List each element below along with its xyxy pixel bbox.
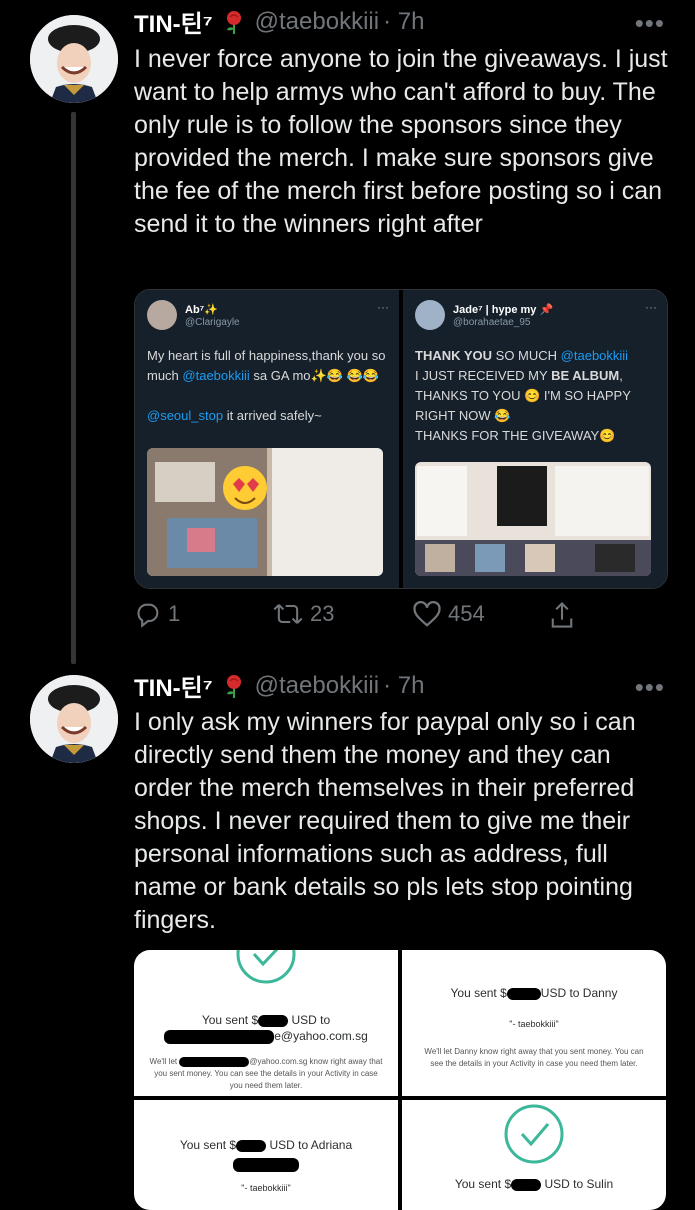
payment-screenshots[interactable]: You sent $ USD to e@yahoo.com.sg We'll l…: [134, 950, 666, 1210]
payment-text: You sent $: [450, 986, 507, 1000]
payment-confirmation-3: You sent $ USD to Adriana "- taebokkiii": [134, 1100, 398, 1210]
timestamp[interactable]: · 7h: [383, 8, 424, 36]
like-icon: [413, 601, 441, 627]
payment-text: USD to: [288, 1013, 331, 1027]
payment-text: You sent $: [454, 1177, 512, 1191]
embedded-tweet-1[interactable]: Ab⁷✨ @Clarigayle ··· My heart is full of…: [135, 290, 399, 588]
payment-note: We'll let Danny know right away that you…: [424, 1047, 644, 1068]
share-button[interactable]: [548, 600, 576, 630]
avatar[interactable]: [30, 15, 118, 103]
mention: @seoul_stop: [147, 408, 224, 423]
like-count: 454: [448, 601, 485, 626]
tweet-actions: 1 23 454: [134, 600, 634, 640]
text: BE ALBUM: [551, 368, 620, 383]
reply-count: 1: [168, 601, 181, 626]
tweet-header: TIN-틴⁷ @taebokkiii · 7h: [134, 4, 424, 39]
mention: @taebokkiii: [560, 348, 629, 363]
text: SO MUCH: [492, 348, 561, 363]
handle[interactable]: @taebokkiii: [255, 8, 379, 36]
like-button[interactable]: 454: [412, 600, 485, 628]
redaction: [506, 987, 541, 1000]
text: THANKS FOR THE GIVEAWAY😊: [415, 428, 616, 443]
redaction: [258, 1014, 289, 1027]
payment-text: You sent $: [179, 1138, 237, 1152]
display-name: Jade⁷ | hype my 📌: [453, 304, 554, 316]
payment-confirmation-1: You sent $ USD to e@yahoo.com.sg We'll l…: [134, 950, 398, 1096]
payment-quote: "- taebokkiii": [241, 1183, 291, 1193]
redaction: [233, 1157, 299, 1172]
retweet-button[interactable]: 23: [272, 600, 334, 628]
tweet-1[interactable]: TIN-틴⁷ @taebokkiii · 7h ••• I never forc…: [0, 0, 695, 664]
payment-text: USD to Danny: [540, 986, 618, 1000]
avatar: [415, 300, 445, 330]
avatar: [147, 300, 177, 330]
display-name: Ab⁷✨: [185, 304, 218, 316]
text: I JUST RECEIVED MY: [415, 368, 552, 383]
reply-button[interactable]: 1: [134, 600, 180, 628]
display-name[interactable]: TIN-틴⁷: [134, 4, 213, 39]
payment-confirmation-4: You sent $ USD to Sulin: [402, 1100, 666, 1210]
payment-text: You sent $: [201, 1013, 259, 1027]
payment-quote: "- taebokkiii": [509, 1019, 559, 1029]
redaction: [179, 1056, 250, 1067]
handle: @borahaetae_95: [453, 317, 531, 328]
tweet-header: TIN-틴⁷ @taebokkiii · 7h: [134, 668, 424, 703]
embedded-media[interactable]: Ab⁷✨ @Clarigayle ··· My heart is full of…: [134, 289, 668, 589]
text: sa GA mo✨😂 😂😂: [249, 368, 379, 383]
redaction: [164, 1029, 275, 1044]
avatar[interactable]: [30, 675, 118, 763]
timestamp[interactable]: · 7h: [383, 672, 424, 700]
more-options-icon: ···: [645, 300, 657, 314]
rose-icon: [221, 673, 247, 699]
payment-text: USD to Sulin: [541, 1177, 614, 1191]
share-icon: [551, 601, 573, 628]
more-options-icon[interactable]: •••: [635, 672, 665, 703]
thread-line: [71, 112, 76, 664]
redaction: [511, 1178, 542, 1191]
handle: @Clarigayle: [185, 317, 240, 328]
tweet-text: I never force anyone to join the giveawa…: [134, 45, 668, 238]
payment-confirmation-2: You sent $ USD to Danny "- taebokkiii" We…: [402, 950, 666, 1096]
album-photo: [415, 462, 651, 576]
tweet-text: I only ask my winners for paypal only so…: [134, 708, 636, 934]
more-options-icon: ···: [377, 300, 389, 314]
payment-email: e@yahoo.com.sg: [274, 1029, 368, 1043]
text: THANK YOU: [415, 348, 493, 363]
payment-note: We'll let: [149, 1056, 178, 1066]
rose-icon: [221, 9, 247, 35]
album-photo: [147, 448, 383, 576]
tweet-2[interactable]: TIN-틴⁷ @taebokkiii · 7h ••• I only ask m…: [0, 660, 695, 1210]
handle[interactable]: @taebokkiii: [255, 672, 379, 700]
embedded-tweet-text: THANK YOU SO MUCH @taebokkiii I JUST REC…: [415, 346, 655, 446]
display-name[interactable]: TIN-틴⁷: [134, 668, 213, 703]
redaction: [236, 1139, 267, 1152]
checkmark-circle-icon: [504, 1104, 564, 1164]
embedded-tweet-2[interactable]: Jade⁷ | hype my 📌 @borahaetae_95 ··· THA…: [403, 290, 667, 588]
more-options-icon[interactable]: •••: [635, 8, 665, 39]
checkmark-circle-icon: [236, 950, 296, 984]
reply-icon: [137, 603, 159, 628]
payment-text: USD to Adriana: [266, 1138, 353, 1152]
text: it arrived safely~: [223, 408, 322, 423]
embedded-tweet-text: My heart is full of happiness,thank you …: [147, 346, 387, 426]
mention: @taebokkiii: [182, 368, 250, 383]
retweet-icon: [273, 604, 303, 624]
retweet-count: 23: [310, 601, 335, 626]
